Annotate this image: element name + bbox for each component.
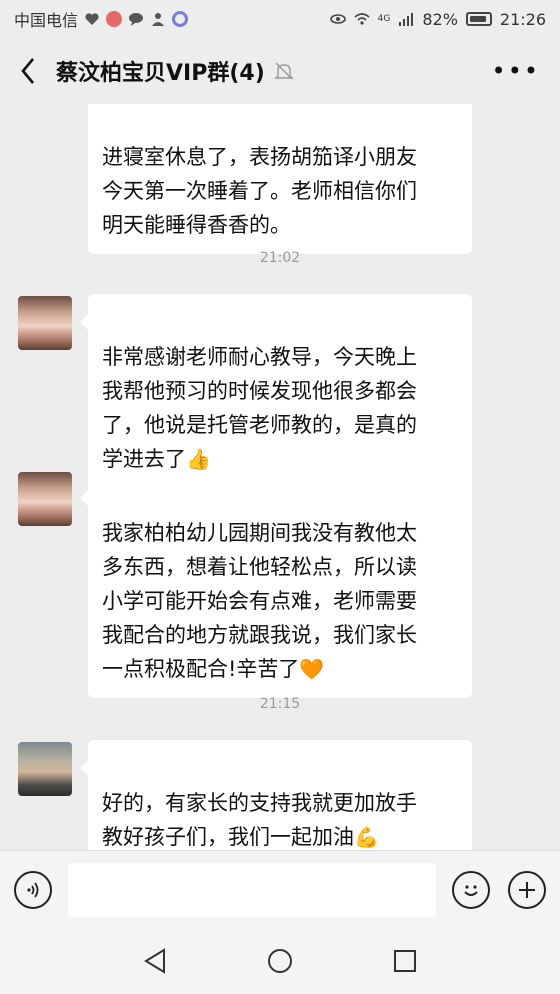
network-label: 4G (377, 14, 391, 24)
timestamp: 21:15 (259, 696, 301, 712)
message-input[interactable] (68, 863, 436, 917)
heart-icon (85, 13, 99, 25)
clock: 21:26 (499, 9, 546, 29)
signal-icon (399, 13, 414, 26)
avatar[interactable] (18, 472, 72, 526)
timestamp: 21:02 (259, 250, 301, 266)
message-text: 非常感谢老师耐心教导，今天晚上 我帮他预习的时候发现他很多都会 了，他说是托管老… (102, 345, 417, 471)
emoji-button[interactable] (452, 871, 490, 909)
thumbs-up-emoji: 👍 (186, 447, 211, 471)
app-icon (106, 11, 123, 27)
orange-heart-emoji: 🧡 (299, 657, 325, 681)
message-bubble[interactable]: 进寝室休息了，表扬胡笳译小朋友 今天第一次睡着了。老师相信你们 明天能睡得香香的… (88, 104, 472, 254)
wifi-icon (354, 13, 370, 25)
chevron-left-icon (21, 58, 34, 84)
back-button[interactable] (12, 51, 44, 91)
plus-icon (519, 882, 535, 898)
avatar[interactable] (18, 742, 72, 796)
voice-button[interactable] (14, 871, 52, 909)
avatar[interactable] (18, 296, 72, 350)
smiley-icon (464, 885, 478, 896)
title-bar: 蔡汶柏宝贝VIP群(4) ••• (0, 38, 560, 104)
home-circle-icon[interactable] (265, 946, 295, 976)
more-functions-button[interactable] (508, 871, 546, 909)
input-bar (0, 850, 560, 928)
battery-icon (465, 12, 492, 26)
more-options-button[interactable]: ••• (484, 57, 548, 85)
person-icon (152, 13, 165, 26)
status-bar: 中国电信 4G 82% 21:26 (0, 0, 560, 38)
message-bubble[interactable]: 我家柏柏幼儿园期间我没有教他太 多东西，想着让他轻松点，所以读 小学可能开始会有… (80, 470, 472, 698)
chat-area[interactable]: 进寝室休息了，表扬胡笳译小朋友 今天第一次睡着了。老师相信你们 明天能睡得香香的… (0, 104, 560, 850)
recents-square-icon[interactable] (390, 946, 420, 976)
message-text: 进寝室休息了，表扬胡笳译小朋友 今天第一次睡着了。老师相信你们 明天能睡得香香的… (102, 145, 417, 237)
circle-app-icon (172, 11, 189, 27)
flexed-bicep-emoji: 💪 (354, 825, 379, 849)
message-text: 我家柏柏幼儿园期间我没有教他太 多东西，想着让他轻松点，所以读 小学可能开始会有… (102, 521, 417, 681)
voice-icon (27, 882, 39, 898)
carrier-label: 中国电信 (14, 11, 79, 30)
battery-percent: 82% (422, 9, 458, 29)
message-bubble[interactable]: 好的，有家长的支持我就更加放手 教好孩子们，我们一起加油💪 (80, 740, 472, 850)
chat-icon (129, 13, 144, 26)
navigation-bar (0, 928, 560, 994)
chat-title: 蔡汶柏宝贝VIP群(4) (56, 61, 265, 86)
bell-off-icon (274, 62, 294, 80)
back-triangle-icon[interactable] (140, 946, 170, 976)
eye-icon (329, 14, 346, 24)
message-bubble[interactable]: 非常感谢老师耐心教导，今天晚上 我帮他预习的时候发现他很多都会 了，他说是托管老… (80, 294, 472, 488)
